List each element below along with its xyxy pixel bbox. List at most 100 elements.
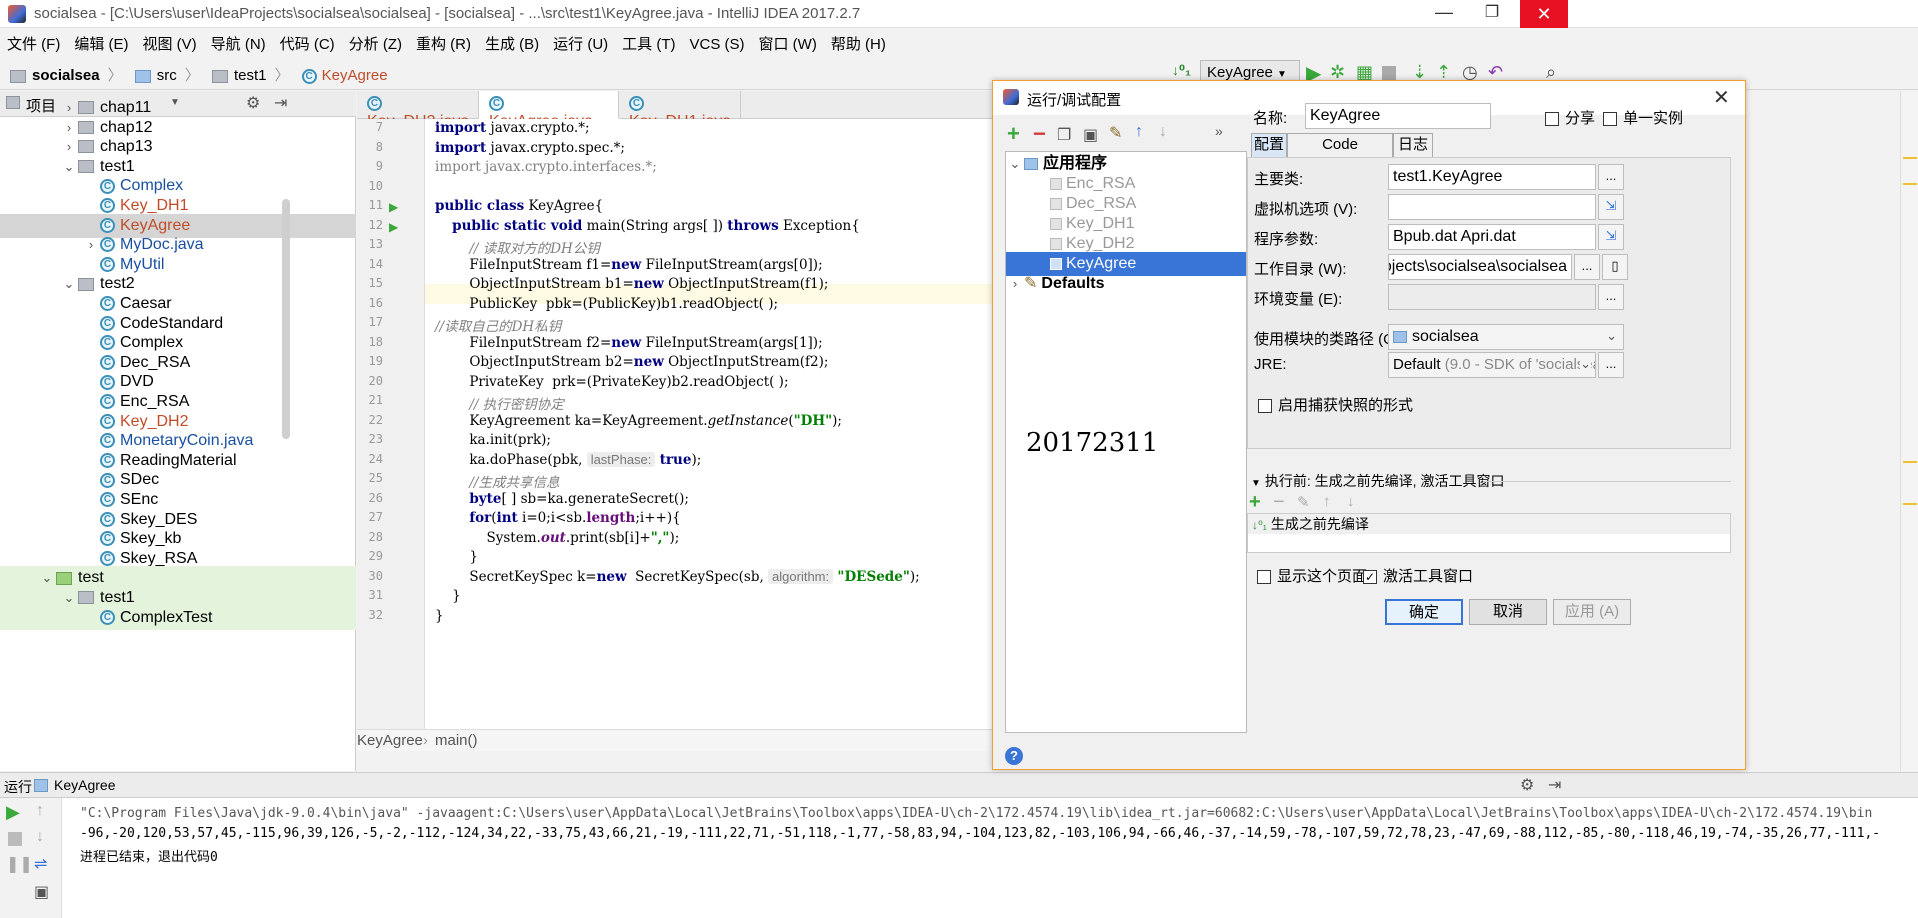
menu-item[interactable]: 帮助 (H) xyxy=(824,28,893,54)
help-icon[interactable]: ? xyxy=(1005,747,1023,765)
gear-icon[interactable]: ⚙ xyxy=(1520,775,1534,795)
menu-item[interactable]: 编辑 (E) xyxy=(67,28,135,54)
menu-item[interactable]: VCS (S) xyxy=(683,31,752,53)
editor-breadcrumb-class[interactable]: KeyAgree xyxy=(357,732,423,749)
env-vars-input[interactable] xyxy=(1388,284,1596,310)
program-args-input[interactable]: Bpub.dat Apri.dat xyxy=(1388,224,1596,250)
code-line[interactable]: import javax.crypto.interfaces.*; xyxy=(435,159,657,175)
code-line[interactable]: KeyAgreement ka=KeyAgreement.getInstance… xyxy=(435,413,842,429)
code-line[interactable]: ka.init(prk); xyxy=(435,432,551,448)
show-page-checkbox[interactable]: 显示这个页面 xyxy=(1257,565,1367,586)
run-output[interactable]: "C:\Program Files\Java\jdk-9.0.4\bin\jav… xyxy=(0,798,1918,918)
more-icon[interactable]: » xyxy=(1215,123,1223,139)
code-line[interactable]: ObjectInputStream b2=new ObjectInputStre… xyxy=(435,354,828,370)
browse-button[interactable]: ... xyxy=(1598,164,1624,190)
move-up-icon[interactable]: ↑ xyxy=(1135,123,1143,141)
maximize-icon[interactable]: ❐ xyxy=(1472,2,1512,26)
code-line[interactable]: } xyxy=(435,608,444,624)
menu-item[interactable]: 窗口 (W) xyxy=(752,28,824,54)
code-line[interactable]: FileInputStream f2=new FileInputStream(a… xyxy=(435,335,822,351)
macro-icon[interactable]: ▯ xyxy=(1602,254,1628,280)
tab-code-coverage[interactable]: Code Coverage xyxy=(1287,133,1393,175)
menu-item[interactable]: 生成 (B) xyxy=(478,28,546,54)
share-checkbox[interactable]: 分享 xyxy=(1545,107,1595,128)
editor-breadcrumb-method[interactable]: main() xyxy=(435,732,478,749)
menu-item[interactable]: 代码 (C) xyxy=(273,28,342,54)
close-icon[interactable]: ✕ xyxy=(1713,85,1730,110)
save-icon[interactable]: ▣ xyxy=(1083,125,1098,145)
warning-mark[interactable] xyxy=(1903,461,1917,463)
jre-select[interactable]: Default (9.0 - SDK of 'socialsea ⌄ xyxy=(1388,352,1596,378)
remove-icon[interactable]: − xyxy=(1273,491,1285,514)
breadcrumb-package[interactable]: test1 xyxy=(208,59,271,92)
ok-button[interactable]: 确定 xyxy=(1385,599,1463,625)
close-window-button[interactable]: ✕ xyxy=(1520,0,1568,28)
menu-item[interactable]: 分析 (Z) xyxy=(342,28,409,54)
warning-mark[interactable] xyxy=(1903,503,1917,505)
code-line[interactable]: PublicKey pbk=(PublicKey)b1.readObject( … xyxy=(435,296,778,312)
name-input[interactable]: KeyAgree xyxy=(1305,103,1491,129)
menu-item[interactable]: 运行 (U) xyxy=(546,28,615,54)
code-line[interactable]: //读取自己的DH私钥 xyxy=(435,315,561,335)
add-icon[interactable]: + xyxy=(1007,121,1020,147)
module-classpath-select[interactable]: socialsea ⌄ xyxy=(1388,324,1624,350)
code-line[interactable]: ObjectInputStream b1=new ObjectInputStre… xyxy=(435,276,828,292)
vm-options-input[interactable] xyxy=(1388,194,1596,220)
chevron-right-icon[interactable]: › xyxy=(1006,272,1024,296)
move-down-icon[interactable]: ↓ xyxy=(1159,123,1167,141)
working-dir-input[interactable]: eaProjects\socialsea\socialsea xyxy=(1388,254,1572,280)
code-line[interactable]: import javax.crypto.*; xyxy=(435,120,590,136)
edit-icon[interactable]: ✎ xyxy=(1297,493,1310,511)
remove-icon[interactable]: − xyxy=(1033,121,1046,147)
move-down-icon[interactable]: ↓ xyxy=(1347,493,1355,510)
expand-icon[interactable]: ⇲ xyxy=(1598,194,1624,220)
tab-log[interactable]: 日志 xyxy=(1393,133,1433,157)
menu-item[interactable]: 视图 (V) xyxy=(136,28,204,54)
code-line[interactable]: for(int i=0;i<sb.length;i++){ xyxy=(435,510,680,526)
tree-item[interactable]: C ComplexTest xyxy=(0,605,356,630)
code-line[interactable]: //生成共享信息 xyxy=(435,471,559,491)
error-stripe[interactable] xyxy=(1900,91,1918,771)
warning-mark[interactable] xyxy=(1903,183,1917,185)
menu-item[interactable]: 导航 (N) xyxy=(204,28,273,54)
tree-defaults[interactable]: › ✎ Defaults xyxy=(1006,272,1246,296)
code-line[interactable]: System.out.print(sb[i]+","); xyxy=(435,530,679,546)
breadcrumb-src[interactable]: src xyxy=(131,59,181,92)
code-line[interactable]: // 执行密钥协定 xyxy=(435,393,563,413)
tab-keyagree[interactable]: CKeyAgree.java✕ xyxy=(479,91,619,130)
browse-button[interactable]: ... xyxy=(1598,284,1624,310)
menu-item[interactable]: 重构 (R) xyxy=(409,28,478,54)
expand-icon[interactable]: ⇲ xyxy=(1598,224,1624,250)
copy-icon[interactable]: ❐ xyxy=(1057,125,1071,145)
main-class-input[interactable]: test1.KeyAgree xyxy=(1388,164,1596,190)
hide-panel-icon[interactable]: ⇥ xyxy=(1548,775,1561,795)
code-line[interactable]: import javax.crypto.spec.*; xyxy=(435,140,625,156)
breadcrumb-project[interactable]: socialsea xyxy=(6,59,104,92)
code-line[interactable]: FileInputStream f1=new FileInputStream(a… xyxy=(435,257,822,273)
cancel-button[interactable]: 取消 xyxy=(1469,599,1547,625)
run-panel-config[interactable]: KeyAgree xyxy=(54,777,115,793)
wrench-icon[interactable]: ✎ xyxy=(1109,123,1122,143)
snapshot-checkbox[interactable]: 启用捕获快照的形式 xyxy=(1258,394,1413,415)
tab-key-dh1[interactable]: CKey_DH1.java✕ xyxy=(619,91,747,130)
code-line[interactable]: } xyxy=(435,588,461,604)
tab-config[interactable]: 配置 xyxy=(1251,133,1287,157)
stop-icon[interactable] xyxy=(1382,66,1396,80)
move-up-icon[interactable]: ↑ xyxy=(1323,493,1331,510)
code-line[interactable]: public class KeyAgree{ xyxy=(435,198,603,214)
apply-button[interactable]: 应用 (A) xyxy=(1553,599,1631,625)
single-instance-checkbox[interactable]: 单一实例 xyxy=(1603,107,1683,128)
browse-button[interactable]: ... xyxy=(1598,352,1624,378)
activate-tool-window-checkbox[interactable]: ✓ 激活工具窗口 xyxy=(1363,565,1473,586)
code-line[interactable]: public static void main(String args[ ]) … xyxy=(435,218,860,234)
menu-item[interactable]: 文件 (F) xyxy=(0,28,67,54)
menu-item[interactable]: 工具 (T) xyxy=(615,28,682,54)
code-line[interactable]: SecretKeySpec k=new SecretKeySpec(sb, al… xyxy=(435,568,920,585)
code-line[interactable]: // 读取对方的DH公钥 xyxy=(435,237,600,257)
code-line[interactable]: PrivateKey prk=(PrivateKey)b2.readObject… xyxy=(435,374,788,390)
tab-key-dh2[interactable]: CKey_DH2.java✕ xyxy=(357,91,485,130)
code-line[interactable]: ka.doPhase(pbk, lastPhase: true); xyxy=(435,451,701,468)
code-line[interactable]: } xyxy=(435,549,478,565)
minimize-icon[interactable]: — xyxy=(1424,2,1464,26)
add-icon[interactable]: + xyxy=(1249,491,1261,514)
